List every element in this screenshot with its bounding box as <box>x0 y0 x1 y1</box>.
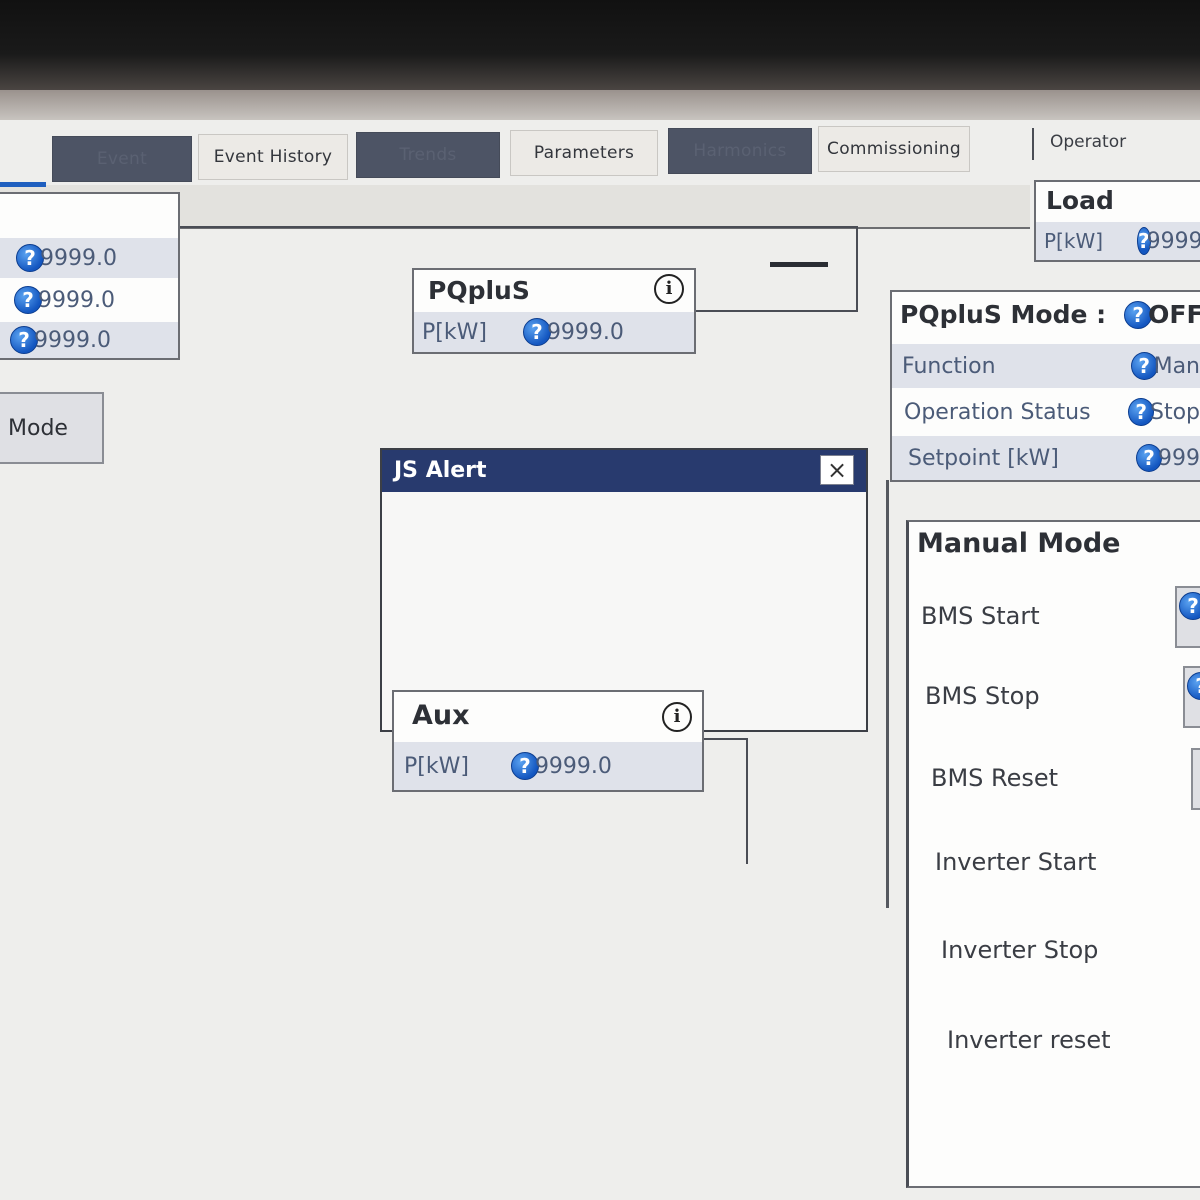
load-box: Load P[kW] ? 9999.0 <box>1034 180 1200 262</box>
inverter-stop-label: Inverter Stop <box>941 936 1099 964</box>
active-tab-indicator <box>0 182 46 187</box>
left-value-row-1: ? 9999.0 <box>0 238 178 278</box>
aux-power-row: P[kW] ? 9999.0 <box>394 742 702 790</box>
pqplus-mode-header: PQpluS Mode : ? OFF <box>900 300 1200 329</box>
connector-line <box>696 310 858 312</box>
mode-button[interactable]: Mode <box>0 392 104 464</box>
tab-commissioning[interactable]: Commissioning <box>818 126 970 172</box>
close-icon[interactable]: × <box>820 455 854 485</box>
pqplus-mode-row-setpoint: Setpoint [kW] ? 999 <box>892 436 1200 480</box>
left-value-row-2: ? 9999.0 <box>0 280 178 320</box>
bms-start-label: BMS Start <box>921 602 1040 630</box>
dialog-title: JS Alert <box>394 458 487 483</box>
aux-title: Aux <box>412 700 470 731</box>
pqplus-power-row: P[kW] ? 9999.0 <box>414 312 694 352</box>
tab-parameters[interactable]: Parameters <box>510 130 658 176</box>
operation-status-value: Stop <box>1149 399 1200 425</box>
tab-trends[interactable]: Trends <box>356 132 500 178</box>
tab-event[interactable]: Event <box>52 136 192 182</box>
bms-stop-label: BMS Stop <box>925 682 1040 710</box>
dialog-titlebar: JS Alert × <box>382 450 866 492</box>
tab-event-history[interactable]: Event History <box>198 134 348 180</box>
user-role-label: Operator <box>1050 132 1127 152</box>
connector-line <box>856 226 858 312</box>
load-power-row: P[kW] ? 9999.0 <box>1036 222 1200 260</box>
question-icon: ? <box>1187 672 1200 700</box>
bms-reset-label: BMS Reset <box>931 764 1059 792</box>
pqplus-power-label: P[kW] <box>422 319 487 345</box>
minimize-bar[interactable] <box>770 262 828 267</box>
pqplus-mode-state: OFF <box>1148 300 1200 329</box>
left-value-3: 9999.0 <box>34 327 111 353</box>
inverter-start-label: Inverter Start <box>935 848 1097 876</box>
pqplus-mode-row-function: Function ? Man <box>892 344 1200 388</box>
bms-stop-button[interactable]: ? <box>1183 666 1200 728</box>
connector-line <box>746 738 748 864</box>
connector-line <box>180 226 858 228</box>
pqplus-mode-title: PQpluS Mode : <box>900 300 1107 329</box>
operation-status-label: Operation Status <box>904 399 1091 425</box>
pqplus-mode-panel: PQpluS Mode : ? OFF Function ? Man Opera… <box>890 290 1200 482</box>
aux-box: Aux i P[kW] ? 9999.0 <box>392 690 704 792</box>
left-value-row-3: ? 9999.0 <box>0 322 178 358</box>
left-value-1: 9999.0 <box>40 245 117 271</box>
info-icon[interactable]: i <box>654 274 684 304</box>
pqplus-mode-row-status: Operation Status ? Stop <box>892 388 1200 436</box>
user-divider <box>1032 128 1034 160</box>
bms-start-button[interactable]: ? <box>1175 586 1200 648</box>
pqplus-title: PQpluS <box>428 276 530 305</box>
setpoint-value: 999 <box>1158 445 1200 471</box>
inverter-reset-label: Inverter reset <box>947 1026 1111 1054</box>
connector-line <box>702 738 748 740</box>
question-icon: ? <box>1179 592 1200 620</box>
aux-power-label: P[kW] <box>404 753 469 779</box>
bms-reset-button[interactable] <box>1191 748 1200 810</box>
info-icon[interactable]: i <box>662 702 692 732</box>
left-values-panel: ? 9999.0 ? 9999.0 ? 9999.0 <box>0 192 180 360</box>
function-value: Man <box>1153 353 1200 379</box>
connector-line <box>886 480 889 908</box>
pqplus-box: PQpluS i P[kW] ? 9999.0 <box>412 268 696 354</box>
load-title: Load <box>1046 186 1114 215</box>
tab-harmonics[interactable]: Harmonics <box>668 128 812 174</box>
load-power-label: P[kW] <box>1044 229 1104 253</box>
load-power-value: 9999.0 <box>1146 228 1200 254</box>
monitor-bezel <box>0 0 1200 90</box>
manual-mode-panel: Manual Mode BMS Start ? BMS Stop ? BMS R… <box>906 520 1200 1188</box>
function-label: Function <box>902 353 996 379</box>
left-value-2: 9999.0 <box>38 287 115 313</box>
manual-mode-title: Manual Mode <box>917 528 1121 559</box>
setpoint-label: Setpoint [kW] <box>908 445 1059 471</box>
pqplus-power-value: 9999.0 <box>546 319 624 345</box>
aux-power-value: 9999.0 <box>534 753 612 779</box>
